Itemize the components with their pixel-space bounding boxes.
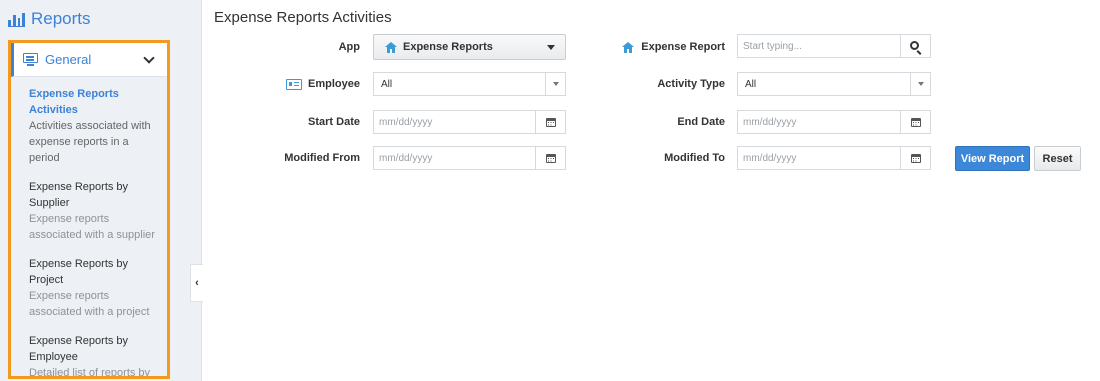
view-report-button[interactable]: View Report (955, 146, 1030, 171)
report-item-description: Expense reports associated with a suppli… (29, 213, 155, 241)
caret-down-icon (917, 82, 924, 86)
start-date-label: Start Date (308, 116, 360, 128)
start-date-calendar-button[interactable] (535, 111, 565, 133)
report-item-description: Detailed list of reports by employee (29, 367, 151, 379)
search-icon (910, 40, 919, 50)
report-item-by-project[interactable]: Expense Reports by Project Expense repor… (11, 256, 167, 320)
report-item-by-employee[interactable]: Expense Reports by Employee Detailed lis… (11, 333, 167, 379)
chevron-down-icon (143, 51, 155, 64)
reset-button[interactable]: Reset (1034, 146, 1081, 171)
end-date-input[interactable]: mm/dd/yyyy (738, 117, 900, 128)
modified-to-field: mm/dd/yyyy (737, 146, 931, 170)
app-select[interactable]: Expense Reports (373, 34, 566, 60)
report-item-title: Expense Reports by Project (29, 258, 129, 286)
modified-from-label: Modified From (284, 152, 360, 164)
report-item-description: Activities associated with expense repor… (29, 120, 151, 164)
group-general-toggle[interactable]: General (11, 43, 167, 77)
search-button[interactable] (900, 35, 930, 57)
employee-label: Employee (260, 72, 360, 96)
id-card-icon (286, 78, 303, 90)
report-list: Expense Reports Activities Activities as… (11, 77, 167, 379)
end-date-label: End Date (677, 116, 725, 128)
activity-type-select[interactable]: All (737, 72, 931, 96)
expense-report-label: Expense Report (610, 35, 725, 59)
activity-type-label: Activity Type (657, 78, 725, 90)
caret-down-icon (552, 82, 559, 86)
modified-from-field: mm/dd/yyyy (373, 146, 566, 170)
employee-select-value: All (381, 78, 393, 90)
modified-to-calendar-button[interactable] (900, 147, 930, 169)
expense-report-search-field: Start typing... (737, 34, 931, 58)
calendar-icon (910, 117, 921, 127)
start-date-input[interactable]: mm/dd/yyyy (374, 117, 535, 128)
sidebar: Reports General Expense Reports Activiti… (0, 0, 202, 381)
end-date-field: mm/dd/yyyy (737, 110, 931, 134)
employee-select[interactable]: All (373, 72, 566, 96)
app-select-value: Expense Reports (403, 41, 493, 53)
house-icon (385, 41, 397, 53)
employee-select-caret (545, 73, 565, 95)
caret-down-icon (547, 44, 555, 50)
sidebar-collapse-button[interactable]: ‹ (190, 264, 203, 302)
employee-label-text: Employee (308, 78, 360, 90)
report-item-description: Expense reports associated with a projec… (29, 290, 150, 318)
expense-report-search-input[interactable]: Start typing... (738, 41, 900, 52)
calendar-icon (545, 117, 556, 127)
start-date-field: mm/dd/yyyy (373, 110, 566, 134)
calendar-icon (545, 153, 556, 163)
report-item-title: Expense Reports Activities (29, 88, 119, 116)
end-date-calendar-button[interactable] (900, 111, 930, 133)
calendar-icon (910, 153, 921, 163)
monitor-icon (23, 53, 38, 66)
modified-to-label: Modified To (664, 152, 725, 164)
modified-from-calendar-button[interactable] (535, 147, 565, 169)
modified-to-input[interactable]: mm/dd/yyyy (738, 153, 900, 164)
bar-chart-icon (8, 12, 25, 27)
report-item-by-supplier[interactable]: Expense Reports by Supplier Expense repo… (11, 179, 167, 243)
report-item-title: Expense Reports by Supplier (29, 181, 129, 209)
expense-report-label-text: Expense Report (641, 41, 725, 53)
activity-type-select-value: All (745, 78, 757, 90)
sidebar-title: Reports (31, 9, 91, 28)
sidebar-header[interactable]: Reports (8, 9, 91, 29)
report-category-panel: General Expense Reports Activities Activ… (8, 40, 170, 379)
app-label: App (338, 41, 360, 53)
report-item-title: Expense Reports by Employee (29, 335, 129, 363)
report-item-activities[interactable]: Expense Reports Activities Activities as… (11, 86, 167, 166)
page-title: Expense Reports Activities (214, 9, 392, 26)
modified-from-input[interactable]: mm/dd/yyyy (374, 153, 535, 164)
activity-type-select-caret (910, 73, 930, 95)
house-icon (622, 41, 635, 53)
group-label: General (45, 52, 92, 67)
